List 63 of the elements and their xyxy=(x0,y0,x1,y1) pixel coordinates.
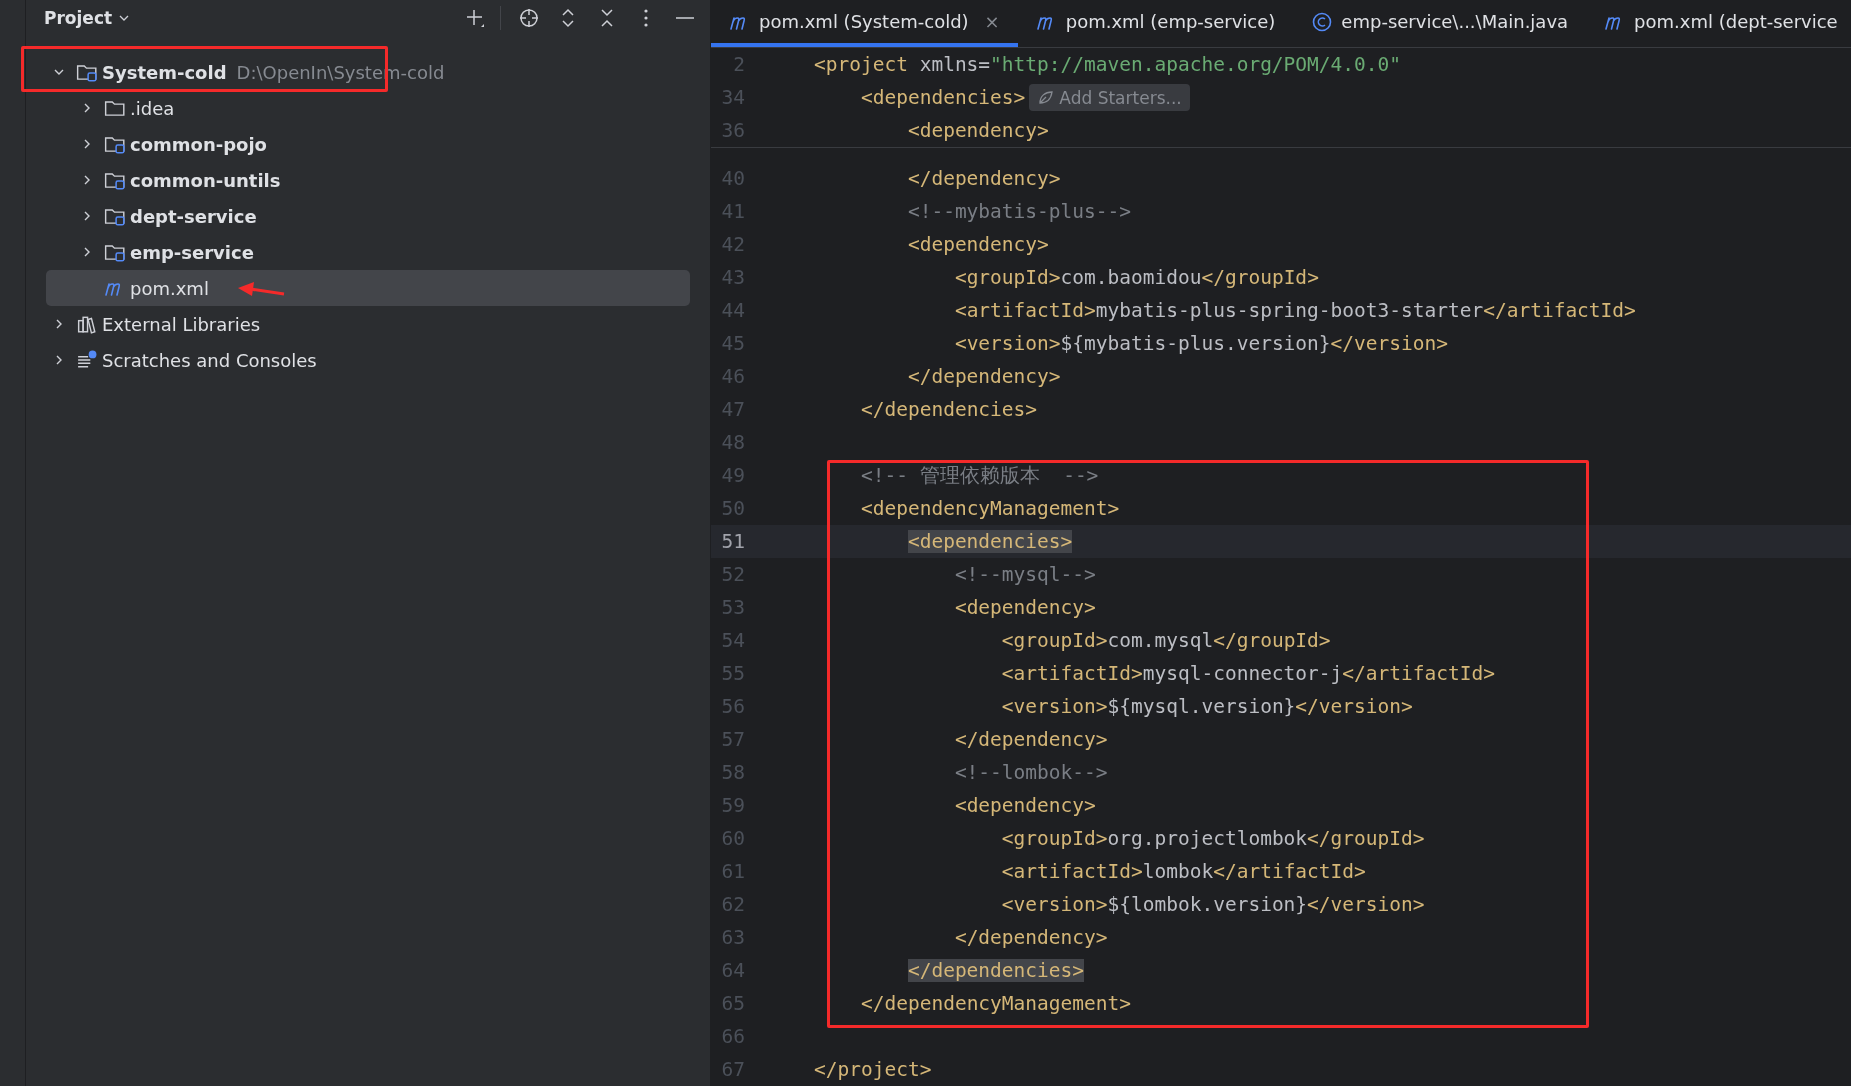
tree-item[interactable]: dept-service xyxy=(46,198,690,234)
code-line: </project> xyxy=(814,1058,932,1081)
code-line: </dependencyManagement> xyxy=(859,992,1131,1015)
module-folder-icon xyxy=(104,206,126,226)
line-number: 51 xyxy=(720,530,746,553)
editor-tab[interactable]: pom.xml (emp-service) xyxy=(1017,0,1294,47)
item-label: emp-service xyxy=(130,241,254,263)
code-line: </dependencies> xyxy=(859,398,1038,421)
tree-item[interactable]: common-untils xyxy=(46,162,690,198)
tree-item[interactable]: External Libraries xyxy=(46,306,690,342)
code-line: <artifactId>mybatis-plus-spring-boot3-starter</artifactId> xyxy=(953,299,1636,322)
item-label: External Libraries xyxy=(102,313,261,335)
code-line: <dependency> xyxy=(953,596,1096,619)
editor-tab[interactable]: emp-service\...\Main.java xyxy=(1293,0,1587,47)
code-line: </dependency> xyxy=(953,926,1108,949)
item-label: pom.xml xyxy=(130,277,209,299)
scratches-icon xyxy=(76,350,98,370)
item-label: dept-service xyxy=(130,205,257,227)
item-label: common-pojo xyxy=(130,133,267,155)
folder-icon xyxy=(104,98,126,118)
code-line: </dependency> xyxy=(953,728,1108,751)
leaf-icon xyxy=(1037,88,1056,107)
code-line: <version>${lombok.version}</version> xyxy=(1000,893,1425,916)
code-line: <project xmlns="http://maven.apache.org/POM/4.0.0" xyxy=(814,53,1401,76)
module-folder-icon xyxy=(104,242,126,262)
code-line: <groupId>org.projectlombok</groupId> xyxy=(1000,827,1425,850)
tree-item[interactable]: .idea xyxy=(46,90,690,126)
editor-tab[interactable]: pom.xml (dept-service xyxy=(1586,0,1851,47)
item-label: System-cold xyxy=(102,61,227,83)
java-class-icon xyxy=(1311,10,1334,33)
code-line: <dependencies> xyxy=(859,86,1026,109)
module-folder-icon xyxy=(76,62,98,82)
code-line: </dependency> xyxy=(906,167,1061,190)
code-line: <dependencyManagement> xyxy=(859,497,1120,520)
code-line: <groupId>com.mysql</groupId> xyxy=(1000,629,1331,652)
target-icon[interactable] xyxy=(518,7,540,29)
tree-item[interactable]: Scratches and Consoles xyxy=(46,342,690,378)
panel-title[interactable]: Project xyxy=(44,8,113,28)
code-line: <version>${mysql.version}</version> xyxy=(1000,695,1413,718)
item-label: Scratches and Consoles xyxy=(102,349,317,371)
code-line: <groupId>com.baomidou</groupId> xyxy=(953,266,1319,289)
item-label: .idea xyxy=(130,97,175,119)
library-icon xyxy=(76,314,98,334)
code-line: <artifactId>mysql-connector-j</artifactId> xyxy=(1000,662,1495,685)
plus-icon[interactable] xyxy=(464,7,486,29)
tree-item[interactable]: emp-service xyxy=(46,234,690,270)
code-line: <artifactId>lombok</artifactId> xyxy=(1000,860,1366,883)
code-line: <!--mysql--> xyxy=(953,563,1096,586)
module-folder-icon xyxy=(104,170,126,190)
code-line: <!--mybatis-plus--> xyxy=(906,200,1131,223)
code-line: <dependency> xyxy=(953,794,1096,817)
code-line: <!-- 管理依赖版本 --> xyxy=(859,463,1099,489)
item-label: common-untils xyxy=(130,169,281,191)
tree-item[interactable]: common-pojo xyxy=(46,126,690,162)
code-line: <!--lombok--> xyxy=(953,761,1108,784)
code-line: <dependency> xyxy=(906,119,1049,142)
editor-tab[interactable]: pom.xml (System-cold) × xyxy=(711,0,1018,47)
module-folder-icon xyxy=(104,134,126,154)
code-line: </dependency> xyxy=(906,365,1061,388)
code-line: <version>${mybatis-plus.version}</version> xyxy=(953,332,1448,355)
code-line: <dependency> xyxy=(906,233,1049,256)
tree-item[interactable]: pom.xml xyxy=(46,270,690,306)
close-tab-button[interactable]: × xyxy=(984,11,1000,32)
